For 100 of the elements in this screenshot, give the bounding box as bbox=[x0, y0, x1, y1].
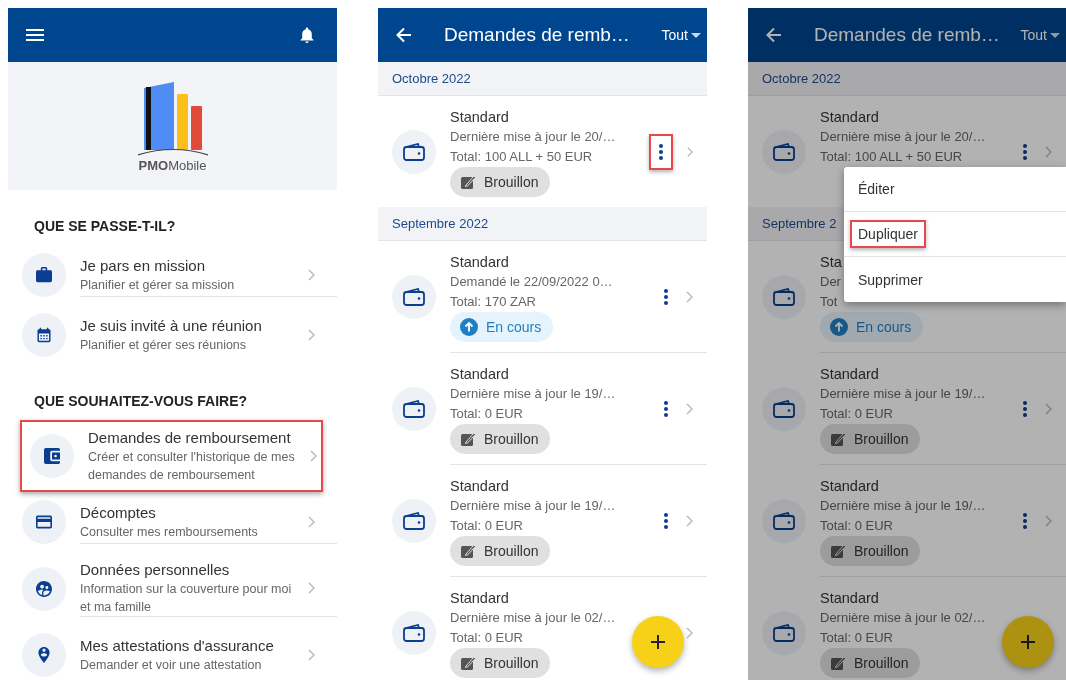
request-date: Dernière mise à jour le 19/… bbox=[450, 496, 616, 515]
request-date: Demandé le 22/09/2022 0… bbox=[450, 272, 613, 291]
item-title: Décomptes bbox=[80, 502, 157, 523]
more-icon bbox=[664, 512, 668, 529]
request-title: Standard bbox=[820, 364, 879, 384]
request-date: Der bbox=[820, 272, 841, 291]
person-pin-icon bbox=[36, 647, 52, 663]
section-title: QUE SE PASSE-T-IL? bbox=[33, 217, 177, 236]
wallet-icon bbox=[773, 399, 795, 418]
request-date: Dernière mise à jour le 20/… bbox=[820, 127, 986, 146]
request-total: Total: 0 EUR bbox=[820, 628, 893, 647]
request-title: Standard bbox=[820, 588, 879, 608]
menu-icon[interactable] bbox=[26, 29, 44, 41]
status-badge: En cours bbox=[820, 311, 924, 342]
filter-dropdown[interactable]: Tout bbox=[661, 27, 701, 43]
wallet-icon bbox=[773, 623, 795, 642]
request-title: Standard bbox=[450, 252, 509, 272]
status-badge: Brouillon bbox=[450, 423, 551, 454]
back-icon[interactable] bbox=[396, 27, 412, 43]
chevron-icon bbox=[308, 329, 315, 341]
chevron-icon bbox=[310, 450, 317, 462]
item-subtitle: Créer et consulter l'historique de mes demandes de remboursement bbox=[88, 449, 296, 484]
menu-item[interactable]: Mes attestations d'assurance Demander et voir une attestation bbox=[8, 625, 337, 680]
highlighted-more-button[interactable] bbox=[649, 133, 673, 170]
item-subtitle: Demander et voir une attestation bbox=[80, 657, 263, 674]
status-badge: Brouillon bbox=[820, 423, 921, 454]
item-title: Données personnelles bbox=[80, 560, 231, 580]
screen-title: Demandes de remb… bbox=[443, 24, 631, 46]
highlighted-menu-item[interactable]: Demandes de remboursement Créer et consulter l'historique de mes demandes de remboursement bbox=[20, 420, 323, 492]
wallet-icon bbox=[403, 623, 425, 642]
request-total: Total: 0 EUR bbox=[820, 404, 893, 423]
people-icon bbox=[36, 580, 52, 597]
status-badge: En cours bbox=[450, 311, 554, 342]
logo-text: PMOMobile bbox=[138, 157, 207, 173]
wallet-icon bbox=[403, 287, 425, 306]
item-title: Mes attestations d'assurance bbox=[80, 636, 275, 656]
plus-icon bbox=[1021, 635, 1035, 649]
status-badge: Brouillon bbox=[820, 535, 921, 566]
request-title: Sta bbox=[820, 252, 842, 272]
item-title: Je suis invité à une réunion bbox=[80, 316, 263, 336]
wallet-icon bbox=[403, 511, 425, 530]
menu-option[interactable]: Éditer bbox=[850, 175, 903, 203]
item-subtitle: Information sur la couverture pour moi et ma famille bbox=[80, 581, 293, 616]
more-icon bbox=[664, 288, 668, 305]
wallet-icon bbox=[44, 448, 60, 464]
plus-icon bbox=[651, 635, 665, 649]
request-title: Standard bbox=[450, 476, 509, 496]
month-header: Septembre 2022 bbox=[378, 207, 707, 241]
request-total: Total: 100 ALL + 50 EUR bbox=[450, 147, 593, 166]
request-total: Total: 0 EUR bbox=[450, 404, 523, 423]
more-icon bbox=[664, 400, 668, 417]
chevron-icon bbox=[308, 582, 315, 594]
wallet-icon bbox=[403, 142, 425, 161]
item-subtitle: Planifier et gérer ses réunions bbox=[80, 337, 248, 354]
item-subtitle: Consulter mes remboursements bbox=[80, 523, 259, 541]
wallet-icon bbox=[773, 511, 795, 530]
status-badge: Brouillon bbox=[450, 535, 551, 566]
chevron-icon bbox=[308, 649, 315, 661]
chevron-icon bbox=[308, 268, 315, 281]
request-date: Dernière mise à jour le 02/… bbox=[820, 608, 986, 627]
caret-icon bbox=[1050, 32, 1060, 38]
request-title: Standard bbox=[450, 588, 509, 608]
card-icon bbox=[36, 514, 52, 530]
briefcase-icon bbox=[36, 267, 52, 283]
request-date: Dernière mise à jour le 20/… bbox=[450, 127, 616, 146]
more-icon bbox=[1023, 143, 1027, 160]
request-date: Dernière mise à jour le 02/… bbox=[450, 608, 616, 627]
status-badge: Brouillon bbox=[450, 647, 551, 678]
menu-item[interactable]: Données personnelles Information sur la couverture pour moi et ma famille bbox=[8, 552, 337, 625]
request-total: Total: 0 EUR bbox=[450, 628, 523, 647]
request-total: Tot bbox=[820, 292, 838, 311]
request-date: Dernière mise à jour le 19/… bbox=[820, 384, 986, 403]
request-total: Total: 0 EUR bbox=[820, 516, 893, 535]
back-icon[interactable] bbox=[766, 27, 782, 43]
item-title: Demandes de remboursement bbox=[88, 428, 292, 448]
request-date: Dernière mise à jour le 19/… bbox=[820, 496, 986, 515]
wallet-icon bbox=[773, 287, 795, 306]
request-title: Standard bbox=[450, 364, 509, 384]
wallet-icon bbox=[403, 399, 425, 418]
request-total: Total: 0 EUR bbox=[450, 516, 523, 535]
screen-title: Demandes de remb… bbox=[813, 24, 1001, 46]
month-header: Octobre 2022 bbox=[748, 62, 1066, 96]
item-title: Je pars en mission bbox=[80, 255, 207, 276]
filter-dropdown[interactable]: Tout bbox=[1020, 27, 1060, 43]
menu-item[interactable]: Je suis invité à une réunion Planifier et gérer ses réunions bbox=[8, 305, 337, 365]
request-date: Dernière mise à jour le 19/… bbox=[450, 384, 616, 403]
item-subtitle: Planifier et gérer sa mission bbox=[80, 276, 236, 294]
section-title: QUE SOUHAITEZ-VOUS FAIRE? bbox=[33, 392, 249, 411]
status-badge: Brouillon bbox=[450, 166, 551, 197]
calendar-icon bbox=[36, 327, 52, 343]
request-title: Standard bbox=[820, 107, 879, 127]
menu-item[interactable]: Décomptes Consulter mes remboursements bbox=[8, 492, 337, 552]
menu-item[interactable]: Je pars en mission Planifier et gérer sa mission bbox=[8, 245, 337, 305]
bell-icon[interactable] bbox=[299, 27, 315, 43]
more-icon bbox=[1023, 400, 1027, 417]
request-title: Standard bbox=[820, 476, 879, 496]
highlighted-menu-option[interactable]: Dupliquer bbox=[850, 220, 926, 248]
more-icon bbox=[1023, 512, 1027, 529]
menu-option[interactable]: Supprimer bbox=[850, 265, 931, 294]
request-total: Total: 100 ALL + 50 EUR bbox=[820, 147, 963, 166]
